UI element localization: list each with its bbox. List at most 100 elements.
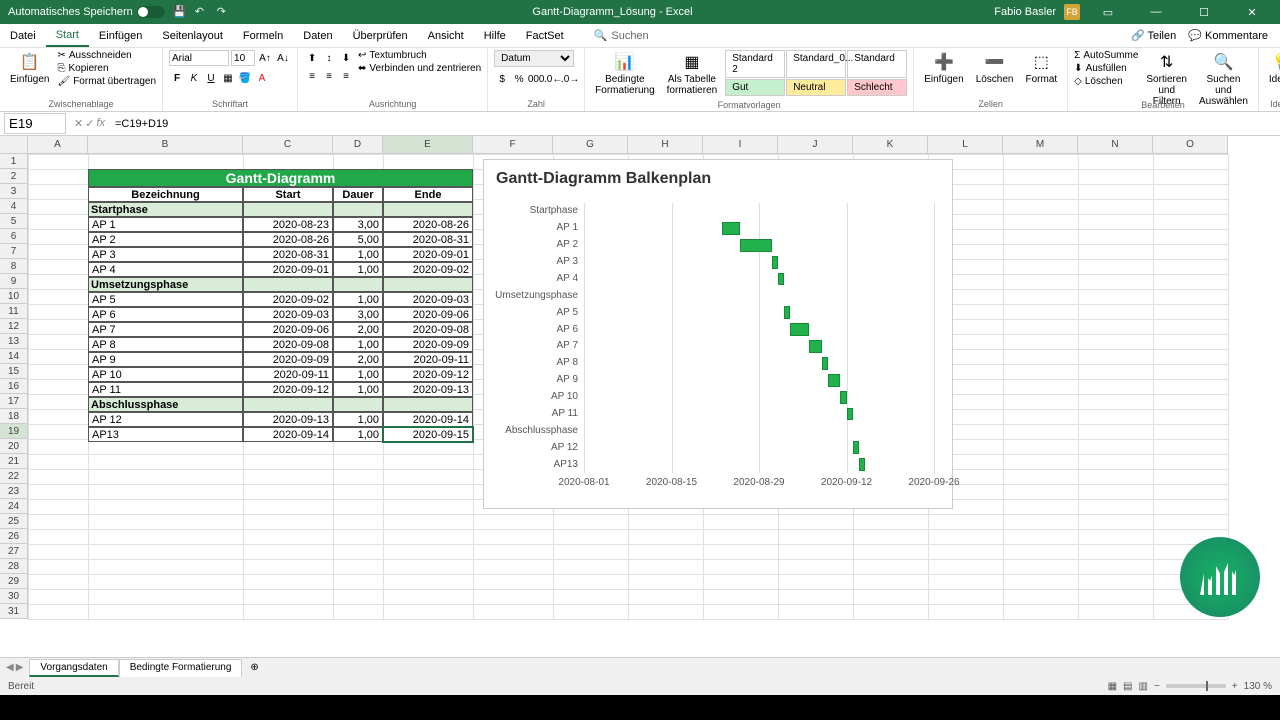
table-cell-start-10[interactable]: 2020-09-09	[243, 352, 333, 367]
table-cell-label-10[interactable]: AP 9	[88, 352, 243, 367]
undo-icon[interactable]: ↶	[195, 5, 209, 19]
row-header-31[interactable]: 31	[0, 604, 28, 619]
table-cell-label-15[interactable]: AP13	[88, 427, 243, 442]
row-header-8[interactable]: 8	[0, 259, 28, 274]
sheet-tab-1[interactable]: Bedingte Formatierung	[119, 659, 243, 677]
table-cell-label-8[interactable]: AP 7	[88, 322, 243, 337]
align-center-icon[interactable]: ≡	[321, 68, 337, 84]
copy-button[interactable]: ⎘Kopieren	[57, 63, 156, 74]
table-phase-d-5[interactable]	[333, 277, 383, 292]
table-cell-start-2[interactable]: 2020-08-26	[243, 232, 333, 247]
table-cell-label-7[interactable]: AP 6	[88, 307, 243, 322]
comments-button[interactable]: 💬 Kommentare	[1188, 29, 1268, 42]
table-phase-13[interactable]: Abschlussphase	[88, 397, 243, 412]
zoom-slider[interactable]	[1166, 684, 1226, 688]
cell-style-gut[interactable]: Gut	[725, 79, 785, 96]
menu-tab-seitenlayout[interactable]: Seitenlayout	[152, 26, 233, 46]
table-cell-start-14[interactable]: 2020-09-13	[243, 412, 333, 427]
table-cell-label-3[interactable]: AP 3	[88, 247, 243, 262]
column-header-L[interactable]: L	[928, 136, 1003, 154]
menu-tab-daten[interactable]: Daten	[293, 26, 342, 46]
fx-icon[interactable]: fx	[96, 117, 105, 130]
row-header-15[interactable]: 15	[0, 364, 28, 379]
table-cell-label-11[interactable]: AP 10	[88, 367, 243, 382]
menu-tab-formeln[interactable]: Formeln	[233, 26, 293, 46]
row-header-20[interactable]: 20	[0, 439, 28, 454]
table-cell-start-15[interactable]: 2020-09-14	[243, 427, 333, 442]
format-cells-button[interactable]: ⬚Format	[1022, 50, 1062, 87]
row-header-6[interactable]: 6	[0, 229, 28, 244]
table-cell-start-4[interactable]: 2020-09-01	[243, 262, 333, 277]
table-cell-start-8[interactable]: 2020-09-06	[243, 322, 333, 337]
menu-tab-einfügen[interactable]: Einfügen	[89, 26, 152, 46]
table-phase-c-13[interactable]	[243, 397, 333, 412]
table-cell-dauer-9[interactable]: 1,00	[333, 337, 383, 352]
table-header-ende[interactable]: Ende	[383, 187, 473, 202]
row-header-11[interactable]: 11	[0, 304, 28, 319]
zoom-level[interactable]: 130 %	[1244, 681, 1272, 692]
fill-color-button[interactable]: 🪣	[237, 70, 253, 86]
table-cell-start-12[interactable]: 2020-09-12	[243, 382, 333, 397]
table-cell-ende-2[interactable]: 2020-08-31	[383, 232, 473, 247]
table-header-bezeichnung[interactable]: Bezeichnung	[88, 187, 243, 202]
ribbon-mode-icon[interactable]: ▭	[1088, 0, 1128, 24]
table-cell-dauer-7[interactable]: 3,00	[333, 307, 383, 322]
align-left-icon[interactable]: ≡	[304, 68, 320, 84]
row-header-12[interactable]: 12	[0, 319, 28, 334]
align-middle-icon[interactable]: ↕	[321, 50, 337, 66]
table-phase-5[interactable]: Umsetzungsphase	[88, 277, 243, 292]
redo-icon[interactable]: ↷	[217, 5, 231, 19]
bold-button[interactable]: F	[169, 70, 185, 86]
row-header-9[interactable]: 9	[0, 274, 28, 289]
table-cell-label-1[interactable]: AP 1	[88, 217, 243, 232]
row-header-26[interactable]: 26	[0, 529, 28, 544]
merge-button[interactable]: ⬌Verbinden und zentrieren	[358, 63, 481, 74]
cell-style-standard0[interactable]: Standard_0...	[786, 50, 846, 78]
autosave-toggle[interactable]: Automatisches Speichern	[8, 6, 165, 18]
format-painter-button[interactable]: 🖌Format übertragen	[57, 76, 156, 87]
spreadsheet-grid[interactable]: ABCDEFGHIJKLMNO 123456789101112131415161…	[0, 136, 1280, 657]
view-pagebreak-icon[interactable]: ▥	[1139, 681, 1148, 692]
column-header-J[interactable]: J	[778, 136, 853, 154]
table-cell-label-2[interactable]: AP 2	[88, 232, 243, 247]
cell-style-neutral[interactable]: Neutral	[786, 79, 846, 96]
table-header-start[interactable]: Start	[243, 187, 333, 202]
maximize-icon[interactable]: ☐	[1184, 0, 1224, 24]
row-header-14[interactable]: 14	[0, 349, 28, 364]
cut-button[interactable]: ✂Ausschneiden	[57, 50, 156, 61]
menu-tab-factset[interactable]: FactSet	[516, 26, 574, 46]
increase-decimal-icon[interactable]: .0←	[545, 71, 561, 87]
view-layout-icon[interactable]: ▤	[1123, 681, 1132, 692]
row-header-27[interactable]: 27	[0, 544, 28, 559]
table-phase-d-0[interactable]	[333, 202, 383, 217]
table-cell-label-6[interactable]: AP 5	[88, 292, 243, 307]
sheet-tab-0[interactable]: Vorgangsdaten	[29, 659, 118, 677]
menu-tab-hilfe[interactable]: Hilfe	[474, 26, 516, 46]
currency-icon[interactable]: $	[494, 71, 510, 87]
table-cell-dauer-2[interactable]: 5,00	[333, 232, 383, 247]
table-cell-dauer-11[interactable]: 1,00	[333, 367, 383, 382]
zoom-in-icon[interactable]: +	[1232, 681, 1238, 692]
row-header-28[interactable]: 28	[0, 559, 28, 574]
table-cell-dauer-14[interactable]: 1,00	[333, 412, 383, 427]
user-name[interactable]: Fabio Basler	[994, 6, 1056, 18]
table-cell-ende-4[interactable]: 2020-09-02	[383, 262, 473, 277]
table-cell-start-7[interactable]: 2020-09-03	[243, 307, 333, 322]
underline-button[interactable]: U	[203, 70, 219, 86]
row-header-4[interactable]: 4	[0, 199, 28, 214]
table-cell-ende-8[interactable]: 2020-09-08	[383, 322, 473, 337]
table-cell-dauer-3[interactable]: 1,00	[333, 247, 383, 262]
table-cell-start-11[interactable]: 2020-09-11	[243, 367, 333, 382]
row-header-23[interactable]: 23	[0, 484, 28, 499]
table-cell-dauer-1[interactable]: 3,00	[333, 217, 383, 232]
conditional-formatting-button[interactable]: 📊Bedingte Formatierung	[591, 50, 658, 98]
decrease-font-icon[interactable]: A↓	[275, 50, 291, 66]
add-sheet-button[interactable]: ⊕	[242, 660, 266, 675]
user-avatar[interactable]: FB	[1064, 4, 1080, 20]
format-as-table-button[interactable]: ▦Als Tabelle formatieren	[663, 50, 722, 98]
formula-input[interactable]: =C19+D19	[109, 116, 1280, 132]
table-cell-dauer-6[interactable]: 1,00	[333, 292, 383, 307]
table-phase-e-0[interactable]	[383, 202, 473, 217]
row-header-2[interactable]: 2	[0, 169, 28, 184]
table-cell-dauer-12[interactable]: 1,00	[333, 382, 383, 397]
